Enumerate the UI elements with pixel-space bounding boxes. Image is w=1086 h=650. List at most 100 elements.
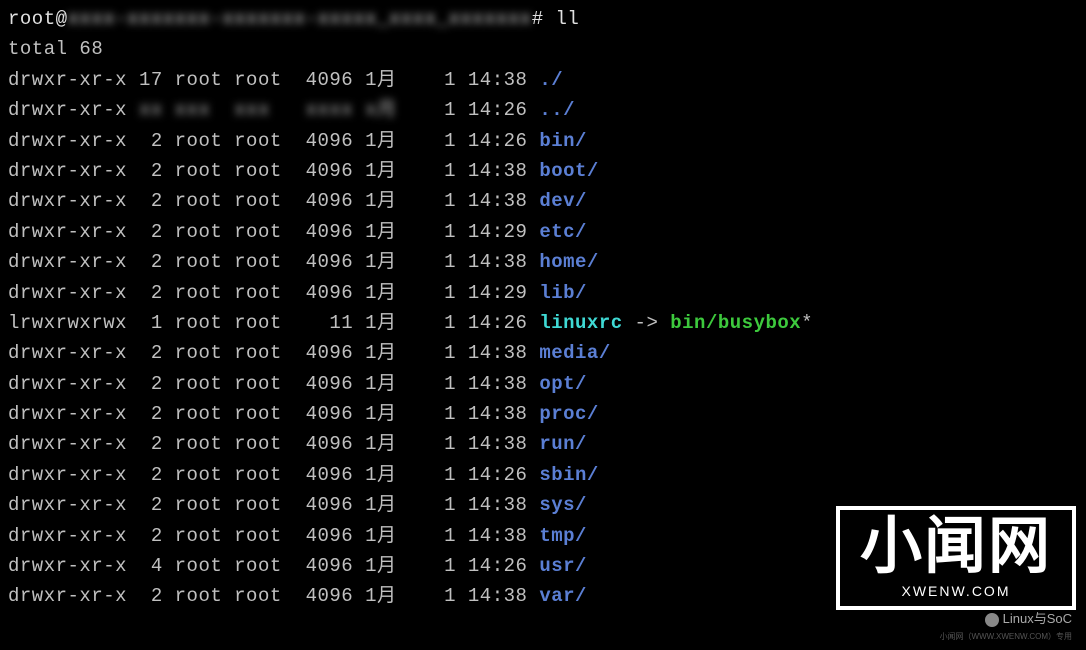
command-text: ll xyxy=(556,4,580,34)
row-date: 1 14:26 xyxy=(408,555,539,577)
file-name-dir: home/ xyxy=(539,251,599,273)
file-name-dir: var/ xyxy=(539,585,587,607)
listing-row: drwxr-xr-x 2 root root 4096 1月 1 14:38 m… xyxy=(8,338,1078,368)
file-name-dir: usr/ xyxy=(539,555,587,577)
row-meta: 2 root root 4096 1月 xyxy=(139,373,408,395)
listing-row: drwxr-xr-x 2 root root 4096 1月 1 14:38 p… xyxy=(8,399,1078,429)
prompt-user: root@ xyxy=(8,4,68,34)
listing-row: drwxr-xr-x 17 root root 4096 1月 1 14:38 … xyxy=(8,65,1078,95)
row-meta: 2 root root 4096 1月 xyxy=(139,525,408,547)
prompt-path-blurred: xxxx-xxxxxxx-xxxxxxx-xxxxx_xxxx_xxxxxxx xyxy=(68,4,532,34)
file-name-dir: sys/ xyxy=(539,494,587,516)
tiny-watermark: 小闻网（WWW.XWENW.COM）专用 xyxy=(940,631,1072,644)
row-meta: 4 root root 4096 1月 xyxy=(139,555,408,577)
row-perms: drwxr-xr-x xyxy=(8,464,127,486)
row-date: 1 14:29 xyxy=(408,282,539,304)
listing-row: drwxr-xr-x 2 root root 4096 1月 1 14:38 b… xyxy=(8,156,1078,186)
row-meta: 17 root root 4096 1月 xyxy=(139,69,408,91)
row-meta: 2 root root 4096 1月 xyxy=(139,130,408,152)
file-name-dir: sbin/ xyxy=(539,464,599,486)
file-name-dir: ../ xyxy=(539,99,575,121)
row-date: 1 14:38 xyxy=(408,69,539,91)
row-date: 1 14:38 xyxy=(408,190,539,212)
row-perms: drwxr-xr-x xyxy=(8,251,127,273)
row-meta: 2 root root 4096 1月 xyxy=(139,585,408,607)
row-perms: lrwxrwxrwx xyxy=(8,312,127,334)
file-name-dir: ./ xyxy=(539,69,563,91)
row-perms: drwxr-xr-x xyxy=(8,160,127,182)
listing-row: drwxr-xr-x 2 root root 4096 1月 1 14:38 r… xyxy=(8,429,1078,459)
row-date: 1 14:38 xyxy=(408,525,539,547)
row-date: 1 14:38 xyxy=(408,373,539,395)
listing-row: drwxr-xr-x 2 root root 4096 1月 1 14:26 s… xyxy=(8,460,1078,490)
row-perms: drwxr-xr-x xyxy=(8,494,127,516)
row-date: 1 14:26 xyxy=(408,99,539,121)
row-perms: drwxr-xr-x xyxy=(8,342,127,364)
row-perms: drwxr-xr-x xyxy=(8,69,127,91)
total-line: total 68 xyxy=(8,34,1078,64)
row-meta: 1 root root 11 1月 xyxy=(139,312,408,334)
row-meta: 2 root root 4096 1月 xyxy=(139,282,408,304)
file-name-dir: etc/ xyxy=(539,221,587,243)
row-date: 1 14:38 xyxy=(408,251,539,273)
row-perms: drwxr-xr-x xyxy=(8,282,127,304)
prompt-line: root@xxxx-xxxxxxx-xxxxxxx-xxxxx_xxxx_xxx… xyxy=(8,4,1078,34)
listing-row: drwxr-xr-x 2 root root 4096 1月 1 14:38 h… xyxy=(8,247,1078,277)
wechat-icon xyxy=(985,613,999,627)
row-meta: 2 root root 4096 1月 xyxy=(139,221,408,243)
row-meta: 2 root root 4096 1月 xyxy=(139,494,408,516)
link-target: bin/busybox xyxy=(670,312,801,334)
link-arrow: -> xyxy=(623,312,671,334)
row-date: 1 14:38 xyxy=(408,342,539,364)
row-perms: drwxr-xr-x xyxy=(8,525,127,547)
row-date: 1 14:26 xyxy=(408,130,539,152)
listing-row: lrwxrwxrwx 1 root root 11 1月 1 14:26 lin… xyxy=(8,308,1078,338)
row-date: 1 14:38 xyxy=(408,160,539,182)
file-name-dir: run/ xyxy=(539,433,587,455)
row-perms: drwxr-xr-x xyxy=(8,221,127,243)
row-date: 1 14:26 xyxy=(408,464,539,486)
row-perms: drwxr-xr-x xyxy=(8,190,127,212)
watermark-subtitle: XWENW.COM xyxy=(860,580,1052,602)
file-name-dir: lib/ xyxy=(539,282,587,304)
file-name-dir: boot/ xyxy=(539,160,599,182)
listing-row: drwxr-xr-x 2 root root 4096 1月 1 14:26 b… xyxy=(8,126,1078,156)
row-perms: drwxr-xr-x xyxy=(8,373,127,395)
row-perms: drwxr-xr-x xyxy=(8,130,127,152)
row-meta: 2 root root 4096 1月 xyxy=(139,403,408,425)
prompt-suffix: # xyxy=(532,4,556,34)
row-date: 1 14:38 xyxy=(408,403,539,425)
row-date: 1 14:26 xyxy=(408,312,539,334)
row-perms: drwxr-xr-x xyxy=(8,585,127,607)
file-name-dir: opt/ xyxy=(539,373,587,395)
row-date: 1 14:29 xyxy=(408,221,539,243)
listing-row: drwxr-xr-x xx xxx xxx xxxx x月 1 14:26 ..… xyxy=(8,95,1078,125)
watermark-title: 小闻网 xyxy=(860,516,1052,578)
listing-row: drwxr-xr-x 2 root root 4096 1月 1 14:38 o… xyxy=(8,369,1078,399)
row-meta: 2 root root 4096 1月 xyxy=(139,160,408,182)
row-date: 1 14:38 xyxy=(408,494,539,516)
file-name-dir: bin/ xyxy=(539,130,587,152)
listing-row: drwxr-xr-x 2 root root 4096 1月 1 14:29 l… xyxy=(8,278,1078,308)
row-meta-blurred: xx xxx xxx xxxx x月 xyxy=(139,95,408,125)
wechat-text: Linux与SoC xyxy=(1003,609,1072,630)
file-name-dir: proc/ xyxy=(539,403,599,425)
file-name-dir: tmp/ xyxy=(539,525,587,547)
file-name-link: linuxrc xyxy=(539,312,622,334)
row-meta: 2 root root 4096 1月 xyxy=(139,190,408,212)
row-meta: 2 root root 4096 1月 xyxy=(139,464,408,486)
row-perms: drwxr-xr-x xyxy=(8,99,127,121)
file-name-dir: dev/ xyxy=(539,190,587,212)
row-meta: 2 root root 4096 1月 xyxy=(139,433,408,455)
watermark-box: 小闻网 XWENW.COM xyxy=(836,506,1076,610)
row-perms: drwxr-xr-x xyxy=(8,555,127,577)
link-suffix: * xyxy=(801,312,813,334)
row-meta: 2 root root 4096 1月 xyxy=(139,342,408,364)
row-perms: drwxr-xr-x xyxy=(8,433,127,455)
listing-row: drwxr-xr-x 2 root root 4096 1月 1 14:29 e… xyxy=(8,217,1078,247)
wechat-watermark: Linux与SoC xyxy=(985,609,1072,630)
listing-row: drwxr-xr-x 2 root root 4096 1月 1 14:38 d… xyxy=(8,186,1078,216)
row-meta: 2 root root 4096 1月 xyxy=(139,251,408,273)
row-perms: drwxr-xr-x xyxy=(8,403,127,425)
file-name-dir: media/ xyxy=(539,342,610,364)
